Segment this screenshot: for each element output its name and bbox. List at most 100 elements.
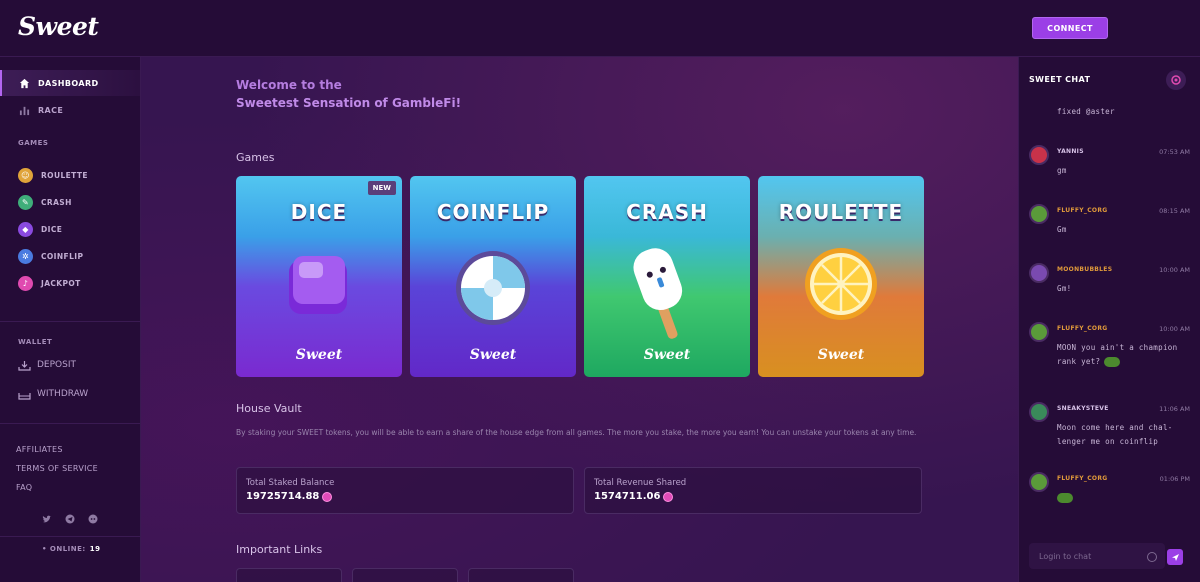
nav-dashboard[interactable]: DASHBOARD — [0, 70, 140, 96]
msg-time: 10:00 AM — [1159, 266, 1190, 274]
msg-text — [1057, 491, 1191, 505]
card-brand: Sweet — [469, 347, 517, 363]
avatar — [1029, 263, 1049, 283]
house-vault-title: House Vault — [236, 402, 302, 415]
online-label: • ONLINE: — [42, 545, 86, 553]
welcome-heading: Welcome to the Sweetest Sensation of Gam… — [236, 76, 461, 112]
msg-user[interactable]: FLUFFY_CORG — [1057, 475, 1107, 482]
avatar — [1029, 145, 1049, 165]
card-title: DICE — [290, 200, 348, 224]
dice-icon: ◆ — [18, 221, 33, 237]
sidebar-item-crash[interactable]: ✎ CRASH — [18, 193, 72, 211]
welcome-line-1: Welcome to the — [236, 78, 342, 92]
roulette-icon: ☺ — [18, 167, 33, 183]
sidebar-item-label: COINFLIP — [41, 251, 84, 261]
sidebar-item-label: CRASH — [41, 197, 72, 207]
affiliates-link[interactable]: AFFILIATES — [16, 445, 63, 454]
avatar — [1029, 322, 1049, 342]
stat-value: 1574711.06 — [594, 491, 674, 502]
coinflip-icon: ✲ — [18, 248, 33, 264]
sidebar-item-jackpot[interactable]: ♪ JACKPOT — [18, 274, 81, 292]
game-card-roulette[interactable]: ROULETTE Sweet — [758, 176, 924, 377]
msg-user[interactable]: FLUFFY_CORG — [1057, 325, 1107, 332]
msg-user[interactable]: MOONBUBBLES — [1057, 266, 1112, 273]
avatar — [1029, 472, 1049, 492]
home-icon — [18, 77, 30, 89]
sidebar-item-label: JACKPOT — [41, 278, 81, 288]
popsicle-icon — [633, 248, 683, 339]
msg-time: 11:06 AM — [1159, 405, 1190, 413]
sidebar-item-label: DICE — [41, 224, 63, 234]
jackpot-icon: ♪ — [18, 275, 33, 291]
logo[interactable]: Sweet — [18, 12, 99, 41]
msg-text: Moon come here and chal- lenger me on co… — [1057, 423, 1173, 446]
twitter-icon[interactable] — [41, 513, 53, 525]
important-link-tile[interactable] — [236, 568, 342, 582]
discord-icon[interactable] — [87, 513, 99, 525]
chat-input[interactable]: Login to chat — [1029, 543, 1165, 569]
send-button[interactable] — [1167, 549, 1183, 565]
sidebar-item-coinflip[interactable]: ✲ COINFLIP — [18, 247, 83, 265]
sidebar-divider — [0, 321, 140, 322]
msg-text: gm — [1057, 166, 1067, 175]
important-link-tile[interactable] — [352, 568, 458, 582]
msg-text: Gm! — [1057, 284, 1072, 293]
telegram-icon[interactable] — [64, 513, 76, 525]
important-link-tile[interactable] — [468, 568, 574, 582]
chat-toggle-button[interactable] — [1166, 70, 1186, 90]
emoji-icon[interactable] — [1147, 552, 1157, 562]
game-card-crash[interactable]: CRASH Sweet — [584, 176, 750, 377]
stat-label: Total Staked Balance — [246, 478, 335, 488]
stat-label: Total Revenue Shared — [594, 478, 687, 488]
msg-user[interactable]: SNEAKYSTEVE — [1057, 405, 1109, 412]
withdraw-label: WITHDRAW — [37, 389, 89, 399]
card-title: CRASH — [626, 200, 708, 224]
nav-race[interactable]: RACE — [0, 97, 140, 123]
sidebar-divider — [0, 423, 140, 424]
game-card-coinflip[interactable]: COINFLIP Sweet — [410, 176, 576, 377]
withdraw-button[interactable]: WITHDRAW — [18, 386, 88, 402]
new-badge: NEW — [367, 181, 396, 195]
sidebar-item-roulette[interactable]: ☺ ROULETTE — [18, 166, 88, 184]
msg-text: Gm — [1057, 225, 1067, 234]
sidebar-item-dice[interactable]: ◆ DICE — [18, 220, 62, 238]
msg-user[interactable]: FLUFFY_CORG — [1057, 207, 1107, 214]
msg-time: 07:53 AM — [1159, 148, 1190, 156]
stat-value-text: 1574711.06 — [594, 491, 661, 502]
connect-button[interactable]: CONNECT — [1032, 17, 1108, 39]
card-brand: Sweet — [643, 347, 691, 363]
msg-text: fixed @aster — [1057, 107, 1115, 116]
stat-value: 19725714.88 — [246, 491, 333, 502]
faq-link[interactable]: FAQ — [16, 483, 32, 492]
crash-icon: ✎ — [18, 194, 33, 210]
sidebar-divider — [0, 536, 140, 537]
msg-time: 01:06 PM — [1159, 475, 1190, 483]
house-vault-description: By staking your SWEET tokens, you will b… — [236, 428, 917, 437]
welcome-line-2: Sweetest Sensation of GambleFi! — [236, 96, 462, 110]
card-brand: Sweet — [295, 347, 343, 363]
chat-panel: SWEET CHAT fixed @aster YANNIS 07:53 AM … — [1018, 57, 1200, 582]
orange-slice-icon — [805, 248, 877, 320]
online-status: • ONLINE: 19 — [42, 545, 100, 553]
nav-dashboard-label: DASHBOARD — [38, 78, 99, 88]
total-staked-balance-card: Total Staked Balance 19725714.88 — [236, 467, 574, 514]
game-card-dice[interactable]: DICE NEW Sweet — [236, 176, 402, 377]
deposit-label: DEPOSIT — [37, 360, 76, 370]
wallet-section-label: WALLET — [18, 338, 53, 346]
terms-of-service-link[interactable]: TERMS OF SERVICE — [16, 464, 98, 473]
deposit-icon — [18, 360, 31, 371]
msg-user[interactable]: YANNIS — [1057, 148, 1084, 155]
msg-text: MOON you ain't a champion rank yet? — [1057, 341, 1191, 369]
sweet-coin-icon — [322, 491, 333, 502]
spiral-icon — [1171, 75, 1181, 85]
deposit-button[interactable]: DEPOSIT — [18, 357, 76, 373]
avatar — [1029, 204, 1049, 224]
games-section-label: GAMES — [18, 139, 49, 147]
dice-icon — [289, 256, 347, 314]
total-revenue-shared-card: Total Revenue Shared 1574711.06 — [584, 467, 922, 514]
main-content: Welcome to the Sweetest Sensation of Gam… — [141, 57, 1018, 582]
coinflip-icon — [456, 251, 530, 325]
sweet-coin-icon — [663, 491, 674, 502]
top-bar: Sweet CONNECT — [0, 0, 1200, 57]
frog-emoji-icon — [1057, 493, 1073, 503]
